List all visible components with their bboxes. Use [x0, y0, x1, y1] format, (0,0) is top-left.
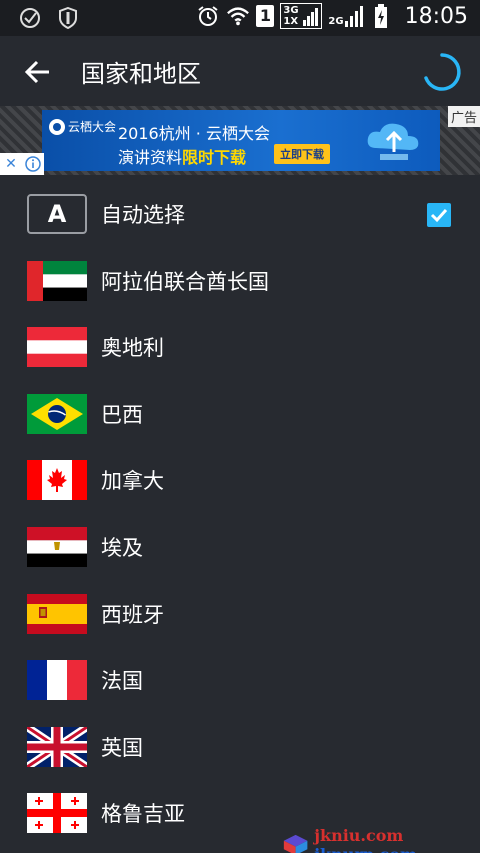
list-item-canada[interactable]: 加拿大 — [0, 447, 480, 514]
sim-badge: 1 — [256, 5, 275, 27]
auto-select-checkbox[interactable] — [427, 203, 451, 227]
egypt-flag-icon — [27, 526, 87, 567]
list-item-austria[interactable]: 奥地利 — [0, 314, 480, 381]
ad-label: 广告 — [447, 106, 480, 127]
ad-subline-prefix: 演讲资料 — [118, 148, 183, 167]
clock: 18:05 — [404, 3, 468, 29]
uae-flag-icon — [27, 260, 87, 301]
spain-flag-icon — [27, 593, 87, 634]
georgia-flag-icon — [27, 793, 87, 834]
ad-download-button[interactable]: 立即下载 — [274, 144, 330, 164]
network-3g-indicator: 3G 1X — [280, 3, 323, 29]
alarm-icon — [196, 4, 220, 28]
country-label: 英国 — [101, 735, 143, 760]
list-item-spain[interactable]: 西班牙 — [0, 581, 480, 648]
country-label: 埃及 — [101, 535, 143, 560]
check-icon — [430, 208, 448, 223]
page-title: 国家和地区 — [81, 60, 201, 88]
back-button[interactable] — [22, 56, 54, 88]
country-label: 巴西 — [101, 402, 143, 427]
watermark-logo-icon — [283, 834, 308, 853]
country-label: 加拿大 — [101, 469, 164, 494]
ad-subline-highlight: 限时下载 — [182, 148, 247, 167]
country-label: 法国 — [101, 669, 143, 694]
country-label: 阿拉伯联合酋长国 — [101, 269, 269, 294]
auto-select-icon: A — [27, 194, 87, 234]
app-bar: 国家和地区 — [0, 36, 480, 106]
ad-close-icon[interactable]: ✕ — [0, 153, 22, 175]
network-2g-indicator: 2G — [328, 5, 363, 27]
country-label: 格鲁吉亚 — [101, 802, 185, 827]
france-flag-icon — [27, 660, 87, 701]
watermark-text-blue: jknurp.com — [314, 845, 417, 853]
austria-flag-icon — [27, 327, 87, 368]
list-item-auto-select[interactable]: A 自动选择 — [0, 181, 480, 248]
loading-spinner-icon — [421, 51, 463, 93]
list-item-egypt[interactable]: 埃及 — [0, 514, 480, 581]
brazil-flag-icon — [27, 393, 87, 434]
network-2g-label: 2G — [328, 16, 344, 27]
canada-flag-icon — [27, 460, 87, 501]
country-label: 奥地利 — [101, 336, 164, 361]
watermark-text: jkniu.com jknurp.com — [314, 826, 480, 853]
battery-charging-icon — [369, 4, 393, 28]
ad-info-icon[interactable] — [22, 153, 44, 175]
ad-brand-icon — [49, 119, 65, 135]
arrow-left-icon — [24, 60, 49, 84]
watermark: jkniu.com jknurp.com — [283, 826, 480, 853]
list-item-uae[interactable]: 阿拉伯联合酋长国 — [0, 248, 480, 315]
ad-logo-text: 云栖大会 — [68, 120, 117, 134]
list-item-uk[interactable]: 英国 — [0, 714, 480, 781]
country-label: 西班牙 — [101, 602, 164, 627]
wifi-icon — [226, 4, 250, 28]
status-bar: 1 3G 1X 2G 18:05 — [0, 0, 480, 36]
country-list: A 自动选择 阿拉伯联合酋长国 奥地利 巴西 加拿大 埃及 西班牙 法国 英国 … — [0, 181, 480, 847]
uk-flag-icon — [27, 726, 87, 767]
ad-creative[interactable]: 云栖大会 2016杭州 · 云栖大会 演讲资料限时下载 立即下载 — [42, 110, 440, 171]
list-item-brazil[interactable]: 巴西 — [0, 381, 480, 448]
auto-select-label: 自动选择 — [101, 203, 185, 227]
ad-banner[interactable]: 云栖大会 2016杭州 · 云栖大会 演讲资料限时下载 立即下载 广告 ✕ — [0, 106, 480, 175]
list-item-france[interactable]: 法国 — [0, 647, 480, 714]
watermark-text-red: jkniu.com — [314, 826, 404, 845]
cloud-upload-icon — [367, 123, 419, 160]
ad-subline: 演讲资料限时下载 — [118, 144, 246, 168]
shield-icon — [56, 6, 80, 30]
notification-check-icon — [18, 6, 42, 30]
ad-headline: 2016杭州 · 云栖大会 — [118, 124, 270, 143]
